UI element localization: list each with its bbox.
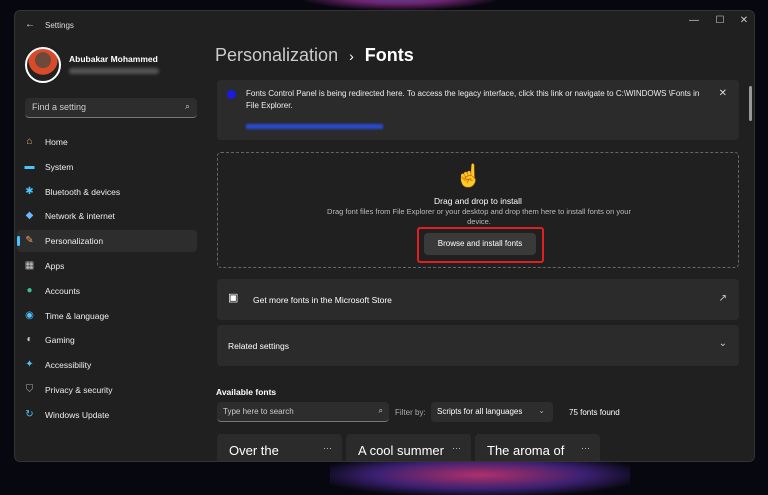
- font-drop-zone[interactable]: ☝ Drag and drop to install Drag font fil…: [217, 152, 739, 268]
- sidebar-item-label: Apps: [45, 261, 65, 271]
- font-card[interactable]: Over the ···: [217, 434, 342, 461]
- sidebar-item-bluetooth-devices[interactable]: ✱ Bluetooth & devices: [17, 181, 197, 203]
- banner-text: Fonts Control Panel is being redirected …: [246, 89, 700, 110]
- breadcrumb-parent[interactable]: Personalization: [215, 45, 338, 65]
- font-card[interactable]: A cool summer ···: [346, 434, 471, 461]
- search-icon: ⌕: [184, 101, 190, 111]
- font-search-input[interactable]: Type here to search ⌕: [217, 402, 389, 422]
- sidebar-item-accessibility[interactable]: ✦ Accessibility: [17, 354, 197, 376]
- font-card[interactable]: The aroma of ···: [475, 434, 600, 461]
- more-options-icon[interactable]: ···: [581, 443, 590, 453]
- drop-title: Drag and drop to install: [434, 196, 522, 206]
- sidebar-item-label: Privacy & security: [45, 385, 113, 395]
- filter-label: Filter by:: [395, 408, 426, 417]
- font-preview: Over the: [229, 443, 279, 458]
- nav-icon: ◉: [25, 309, 34, 321]
- nav-icon: ●: [26, 284, 33, 296]
- info-icon: [227, 90, 236, 99]
- sidebar-item-home[interactable]: ⌂ Home: [17, 131, 197, 153]
- page-title: Fonts: [364, 45, 414, 65]
- nav-icon: ◐: [26, 334, 33, 346]
- sidebar-item-privacy-security[interactable]: ⛉ Privacy & security: [17, 379, 197, 401]
- find-setting-input[interactable]: Find a setting ⌕: [25, 98, 197, 118]
- script-filter-dropdown[interactable]: Scripts for all languages ⌄: [431, 402, 553, 422]
- related-settings-label: Related settings: [228, 341, 289, 351]
- more-options-icon[interactable]: ···: [452, 443, 461, 453]
- avatar[interactable]: [25, 47, 61, 83]
- close-button[interactable]: ✕: [734, 15, 754, 26]
- available-fonts-heading: Available fonts: [216, 387, 277, 397]
- chevron-down-icon: ⌄: [718, 338, 727, 349]
- title-bar: ← Settings — ☐ ✕: [15, 11, 754, 41]
- sidebar-item-windows-update[interactable]: ↻ Windows Update: [17, 404, 197, 426]
- sidebar-item-label: Time & language: [45, 310, 109, 321]
- sidebar-item-label: Gaming: [45, 335, 75, 346]
- breadcrumb-separator: ›: [349, 48, 354, 64]
- nav-icon: ⛉: [25, 384, 34, 395]
- scrollbar-thumb[interactable]: [749, 86, 752, 121]
- nav-icon: ✎: [25, 235, 34, 247]
- nav-icon: ↻: [25, 408, 34, 420]
- search-icon: ⌕: [378, 406, 383, 415]
- settings-window: ← Settings — ☐ ✕ Abubakar Mohammed Find …: [14, 10, 755, 462]
- fonts-count: 75 fonts found: [569, 408, 620, 417]
- external-link-icon: ↗: [718, 293, 727, 304]
- maximize-button[interactable]: ☐: [710, 15, 730, 26]
- redirect-banner: Fonts Control Panel is being redirected …: [217, 80, 739, 140]
- nav-icon: ✱: [25, 185, 34, 197]
- nav-icon: ▦: [24, 260, 35, 271]
- filter-value: Scripts for all languages: [437, 407, 523, 416]
- nav-icon: ◆: [25, 210, 34, 222]
- chevron-down-icon: ⌄: [538, 406, 545, 415]
- user-name: Abubakar Mohammed: [69, 54, 158, 64]
- drop-subtitle: Drag font files from File Explorer or yo…: [327, 207, 631, 226]
- sidebar-item-network-internet[interactable]: ◆ Network & internet: [17, 205, 197, 227]
- more-options-icon[interactable]: ···: [323, 443, 332, 453]
- nav-icon: ⌂: [26, 136, 33, 147]
- sidebar-item-label: System: [45, 161, 74, 172]
- search-placeholder: Find a setting: [32, 102, 87, 112]
- sidebar-item-label: Windows Update: [45, 409, 110, 420]
- sidebar-item-apps[interactable]: ▦ Apps: [17, 255, 197, 277]
- store-label: Get more fonts in the Microsoft Store: [253, 295, 392, 305]
- banner-close-button[interactable]: ✕: [719, 88, 727, 99]
- sidebar-item-time-language[interactable]: ◉ Time & language: [17, 305, 197, 327]
- sidebar-item-gaming[interactable]: ◐ Gaming: [17, 329, 197, 351]
- font-search-placeholder: Type here to search: [223, 407, 294, 416]
- store-row[interactable]: ▣ Get more fonts in the Microsoft Store …: [217, 279, 739, 320]
- minimize-button[interactable]: —: [684, 15, 704, 26]
- sidebar-item-personalization[interactable]: ✎ Personalization: [17, 230, 197, 253]
- sidebar-item-accounts[interactable]: ● Accounts: [17, 280, 197, 302]
- sidebar-item-label: Personalization: [45, 236, 104, 247]
- breadcrumb: Personalization › Fonts: [215, 45, 414, 66]
- store-icon: ▣: [228, 292, 239, 304]
- wallpaper-glow: [300, 0, 500, 10]
- sidebar-item-label: Home: [45, 137, 68, 147]
- sidebar-item-label: Accounts: [45, 285, 80, 296]
- sidebar-item-label: Accessibility: [45, 360, 92, 371]
- sidebar-item-system[interactable]: ▬ System: [17, 156, 197, 178]
- font-preview: The aroma of: [487, 443, 565, 458]
- nav-icon: ✦: [25, 359, 34, 371]
- browse-install-button[interactable]: Browse and install fonts: [424, 233, 536, 255]
- user-email-blurred: [69, 68, 159, 74]
- hand-pointer-icon: ☝: [455, 163, 483, 188]
- related-settings-row[interactable]: Related settings ⌄: [217, 325, 739, 366]
- nav-icon: ▬: [24, 160, 35, 172]
- legacy-link[interactable]: [246, 124, 383, 129]
- sidebar-item-label: Bluetooth & devices: [45, 186, 121, 197]
- font-preview: A cool summer: [358, 443, 444, 458]
- sidebar-item-label: Network & internet: [45, 211, 115, 222]
- window-title: Settings: [45, 21, 74, 30]
- back-button[interactable]: ←: [25, 19, 35, 30]
